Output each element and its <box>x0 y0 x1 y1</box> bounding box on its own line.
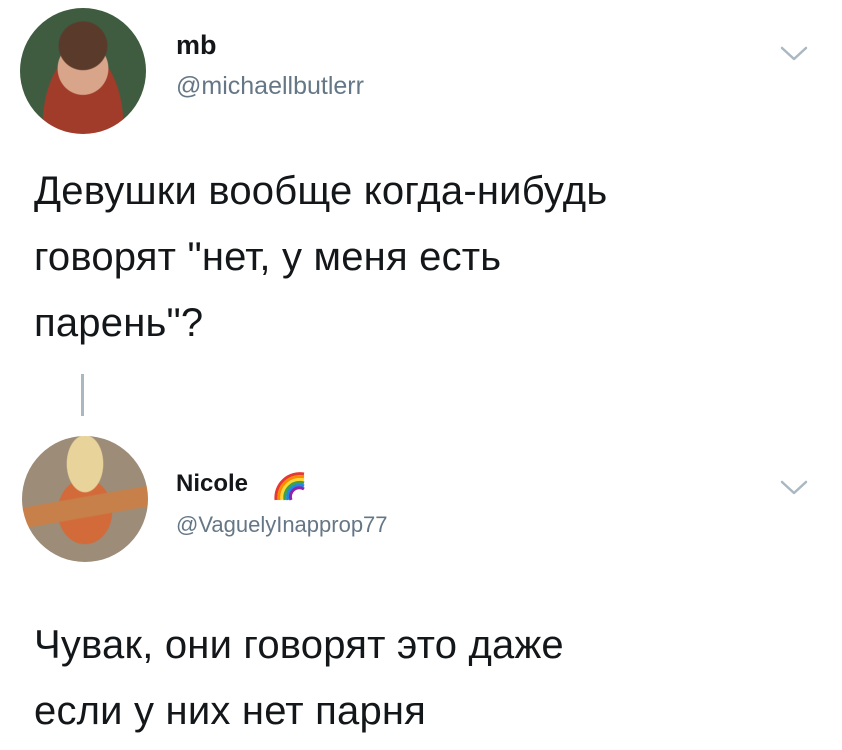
tweet-text-line: Девушки вообще когда-нибудь <box>34 169 608 213</box>
display-name[interactable]: mb <box>176 30 217 61</box>
display-name[interactable]: Nicole <box>176 470 248 498</box>
user-handle[interactable]: @VaguelyInapprop77 <box>176 512 388 538</box>
tweet-text-line: Чувак, они говорят это даже <box>34 623 564 667</box>
tweet-text-line: парень"? <box>34 301 204 345</box>
tweet-text: Девушки вообще когда-нибудь говорят "нет… <box>34 158 824 356</box>
avatar[interactable] <box>22 436 148 562</box>
tweet-text-line: если у них нет парня <box>34 689 427 733</box>
user-handle[interactable]: @michaellbutlerr <box>176 72 364 101</box>
tweet-original[interactable]: mb @michaellbutlerr Девушки вообще когда… <box>0 0 842 370</box>
rainbow-icon <box>274 472 305 501</box>
thread-connector <box>81 374 84 416</box>
tweet-text: Чувак, они говорят это даже если у них н… <box>34 612 794 744</box>
chevron-down-icon[interactable] <box>778 478 810 498</box>
chevron-down-icon[interactable] <box>778 44 810 64</box>
tweet-text-line: говорят "нет, у меня есть <box>34 235 502 279</box>
avatar[interactable] <box>20 8 146 134</box>
